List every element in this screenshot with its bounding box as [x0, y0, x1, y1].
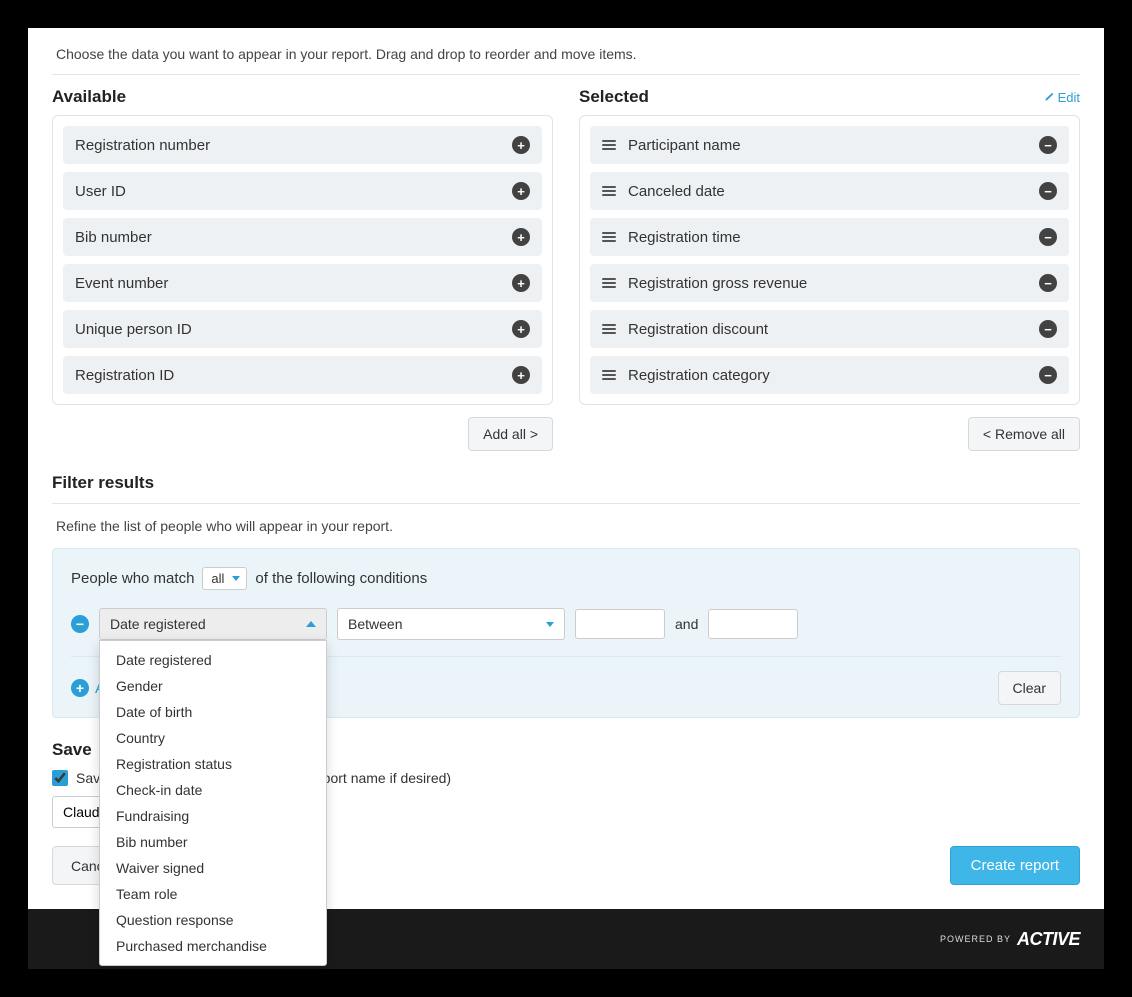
- selected-item[interactable]: Canceled date: [590, 172, 1069, 210]
- selected-item-label: Canceled date: [628, 183, 725, 200]
- dropdown-item[interactable]: Date of birth: [100, 699, 326, 725]
- columns-instruction: Choose the data you want to appear in yo…: [52, 28, 1080, 75]
- selected-title: Selected: [579, 87, 649, 107]
- edit-link[interactable]: Edit: [1044, 90, 1080, 105]
- available-item[interactable]: Unique person ID: [63, 310, 542, 348]
- remove-icon[interactable]: [1039, 366, 1057, 384]
- match-mode-select[interactable]: all: [202, 567, 247, 590]
- add-icon[interactable]: [512, 320, 530, 338]
- chevron-down-icon: [232, 576, 240, 581]
- condition-row: Date registered Between and Date registe…: [71, 608, 1061, 640]
- available-item[interactable]: Event number: [63, 264, 542, 302]
- selected-item[interactable]: Participant name: [590, 126, 1069, 164]
- page-container: Choose the data you want to appear in yo…: [28, 28, 1104, 909]
- available-item-label: Registration number: [75, 137, 210, 154]
- filter-field-value: Date registered: [110, 616, 206, 632]
- clear-filters-button[interactable]: Clear: [998, 671, 1061, 705]
- filter-operator-select[interactable]: Between: [337, 608, 565, 640]
- filter-to-input[interactable]: [708, 609, 798, 639]
- dropdown-item[interactable]: Question response: [100, 907, 326, 933]
- add-all-button[interactable]: Add all >: [468, 417, 553, 451]
- available-item-label: User ID: [75, 183, 126, 200]
- selected-listbox: Participant name Canceled date Registrat…: [579, 115, 1080, 405]
- pencil-icon: [1044, 92, 1054, 102]
- powered-by: POWERED BY ACTIVE: [940, 929, 1080, 950]
- chevron-down-icon: [546, 622, 554, 627]
- selected-item-label: Registration time: [628, 229, 741, 246]
- remove-icon[interactable]: [1039, 228, 1057, 246]
- available-title: Available: [52, 87, 126, 107]
- edit-label: Edit: [1058, 90, 1080, 105]
- add-icon[interactable]: [512, 136, 530, 154]
- dropdown-item[interactable]: Gender: [100, 673, 326, 699]
- drag-handle-icon[interactable]: [602, 140, 616, 150]
- add-icon[interactable]: [512, 366, 530, 384]
- add-icon[interactable]: [512, 274, 530, 292]
- selected-column: Selected Edit Participant name Canceled …: [579, 87, 1080, 451]
- dropdown-item[interactable]: Waiver signed: [100, 855, 326, 881]
- available-item[interactable]: Registration number: [63, 126, 542, 164]
- selected-item-label: Participant name: [628, 137, 741, 154]
- remove-icon[interactable]: [1039, 182, 1057, 200]
- available-item[interactable]: Bib number: [63, 218, 542, 256]
- match-prefix: People who match: [71, 570, 194, 587]
- available-listbox: Registration number User ID Bib number E…: [52, 115, 553, 405]
- selected-item-label: Registration discount: [628, 321, 768, 338]
- available-item-label: Bib number: [75, 229, 152, 246]
- drag-handle-icon[interactable]: [602, 186, 616, 196]
- selected-item-label: Registration category: [628, 367, 770, 384]
- dropdown-item[interactable]: Fundraising: [100, 803, 326, 829]
- save-checkbox[interactable]: [52, 770, 68, 786]
- match-suffix: of the following conditions: [255, 570, 427, 587]
- dropdown-item[interactable]: Purchased merchandise: [100, 933, 326, 959]
- filter-field-select[interactable]: Date registered: [99, 608, 327, 640]
- drag-handle-icon[interactable]: [602, 324, 616, 334]
- and-label: and: [675, 616, 698, 632]
- add-condition-icon: [71, 679, 89, 697]
- drag-handle-icon[interactable]: [602, 370, 616, 380]
- selected-item[interactable]: Registration time: [590, 218, 1069, 256]
- dropdown-item[interactable]: Check-in date: [100, 777, 326, 803]
- create-report-button[interactable]: Create report: [950, 846, 1080, 885]
- remove-all-button[interactable]: < Remove all: [968, 417, 1080, 451]
- chevron-up-icon: [306, 621, 316, 627]
- dropdown-item[interactable]: Bib number: [100, 829, 326, 855]
- available-item[interactable]: Registration ID: [63, 356, 542, 394]
- selected-item[interactable]: Registration category: [590, 356, 1069, 394]
- selected-item[interactable]: Registration gross revenue: [590, 264, 1069, 302]
- available-item-label: Registration ID: [75, 367, 174, 384]
- dropdown-item[interactable]: Team role: [100, 881, 326, 907]
- columns-row: Available Registration number User ID Bi…: [52, 87, 1080, 451]
- drag-handle-icon[interactable]: [602, 278, 616, 288]
- match-row: People who match all of the following co…: [71, 567, 1061, 590]
- dropdown-item[interactable]: Country: [100, 725, 326, 751]
- dropdown-item[interactable]: Registration status: [100, 751, 326, 777]
- powered-by-label: POWERED BY: [940, 934, 1011, 944]
- filter-instruction: Refine the list of people who will appea…: [52, 503, 1080, 548]
- filter-from-input[interactable]: [575, 609, 665, 639]
- remove-condition-icon[interactable]: [71, 615, 89, 633]
- filter-field-dropdown: Date registered Gender Date of birth Cou…: [99, 640, 327, 966]
- selected-item-label: Registration gross revenue: [628, 275, 807, 292]
- selected-item[interactable]: Registration discount: [590, 310, 1069, 348]
- filter-section-title: Filter results: [52, 473, 1080, 493]
- dropdown-item[interactable]: Date registered: [100, 647, 326, 673]
- filter-panel: People who match all of the following co…: [52, 548, 1080, 718]
- filter-operator-value: Between: [348, 616, 402, 632]
- drag-handle-icon[interactable]: [602, 232, 616, 242]
- remove-icon[interactable]: [1039, 136, 1057, 154]
- remove-icon[interactable]: [1039, 274, 1057, 292]
- remove-icon[interactable]: [1039, 320, 1057, 338]
- active-logo: ACTIVE: [1017, 929, 1080, 950]
- available-column: Available Registration number User ID Bi…: [52, 87, 553, 451]
- available-item-label: Unique person ID: [75, 321, 192, 338]
- available-item[interactable]: User ID: [63, 172, 542, 210]
- match-mode-value: all: [211, 571, 224, 586]
- add-icon[interactable]: [512, 228, 530, 246]
- available-item-label: Event number: [75, 275, 168, 292]
- add-icon[interactable]: [512, 182, 530, 200]
